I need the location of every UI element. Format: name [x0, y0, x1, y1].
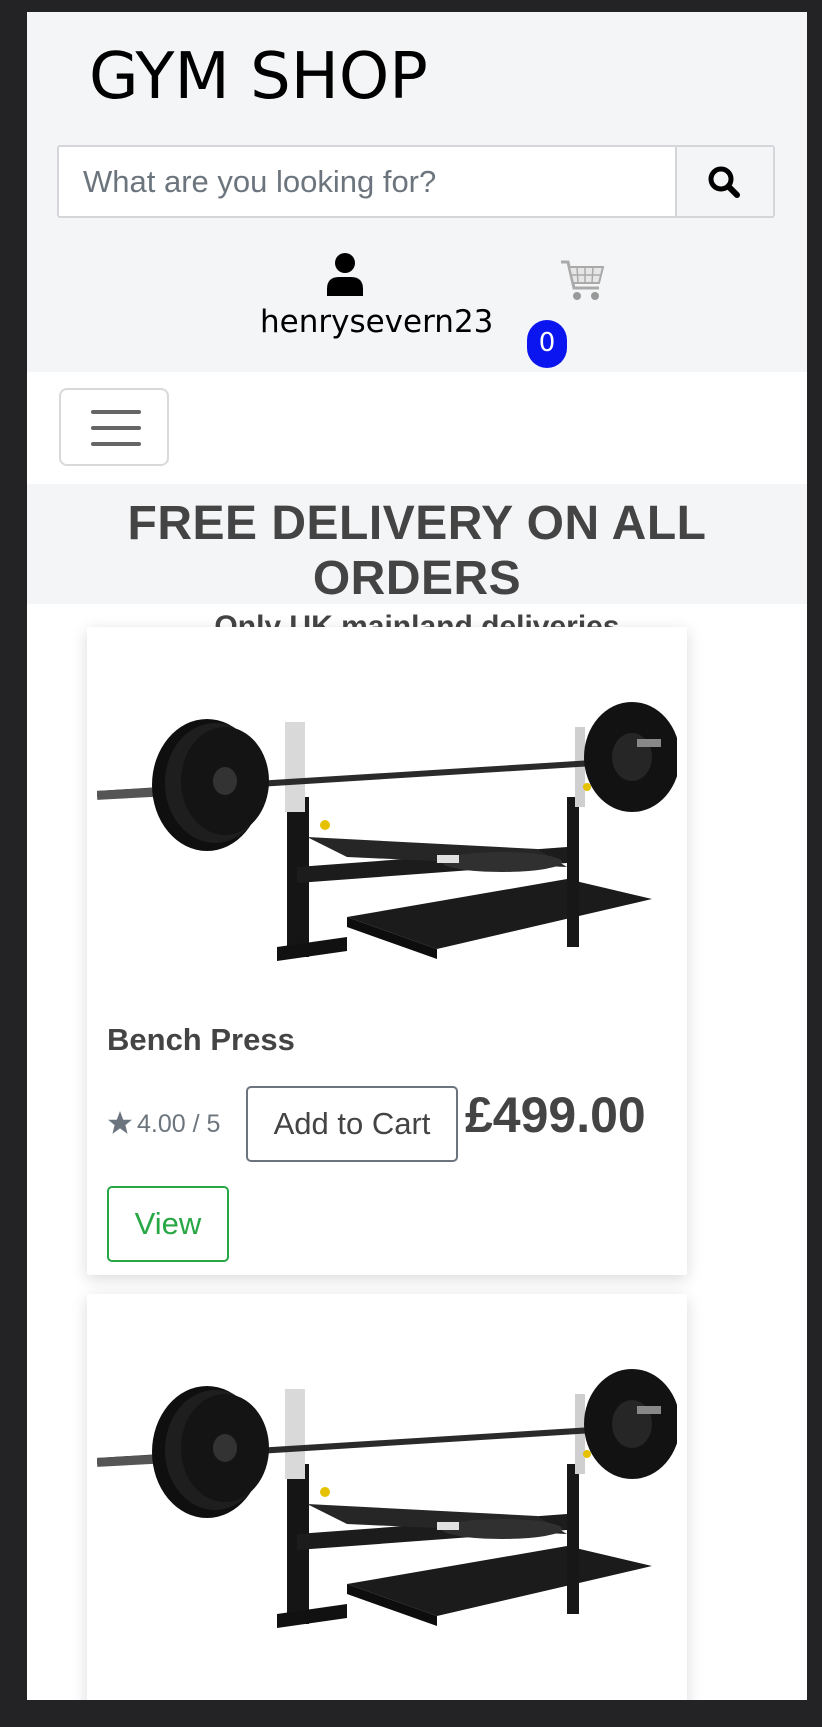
- product-price: £499.00: [465, 1087, 646, 1143]
- site-header: GYM SHOP henrysevern23: [27, 12, 807, 372]
- navbar-toggler-button[interactable]: [59, 388, 169, 466]
- site-logo[interactable]: GYM SHOP: [89, 40, 428, 114]
- main-navbar: [27, 372, 807, 484]
- search-form: [57, 145, 775, 218]
- account-link[interactable]: henrysevern23: [260, 252, 494, 340]
- hamburger-icon: [91, 426, 141, 430]
- page: GYM SHOP henrysevern23: [27, 12, 807, 1700]
- user-icon: [327, 253, 363, 296]
- hamburger-icon: [91, 410, 141, 414]
- search-input[interactable]: [59, 147, 677, 216]
- search-icon: [708, 166, 740, 198]
- add-to-cart-button[interactable]: Add to Cart: [246, 1086, 458, 1162]
- cart-count-badge: 0: [527, 320, 567, 368]
- bench-press-image[interactable]: [97, 1334, 677, 1654]
- search-button[interactable]: [675, 147, 773, 216]
- product-rating: 4.00 / 5: [107, 1110, 220, 1139]
- username-label: henrysevern23: [260, 304, 494, 340]
- rating-value: 4.00 / 5: [137, 1110, 221, 1138]
- bench-press-image[interactable]: [97, 667, 677, 987]
- banner-title: FREE DELIVERY ON ALL ORDERS: [127, 497, 707, 605]
- cart-link[interactable]: 0: [527, 258, 607, 368]
- product-card: Bench Press 4.00 / 5 Add to Cart £499.00…: [87, 627, 687, 1275]
- star-icon: [108, 1111, 132, 1134]
- product-card: [87, 1294, 687, 1700]
- hamburger-icon: [91, 442, 141, 446]
- view-button[interactable]: View: [107, 1186, 229, 1262]
- cart-icon: [561, 260, 605, 300]
- product-name[interactable]: Bench Press: [107, 1022, 295, 1058]
- delivery-banner: FREE DELIVERY ON ALL ORDERS Only UK main…: [27, 484, 807, 643]
